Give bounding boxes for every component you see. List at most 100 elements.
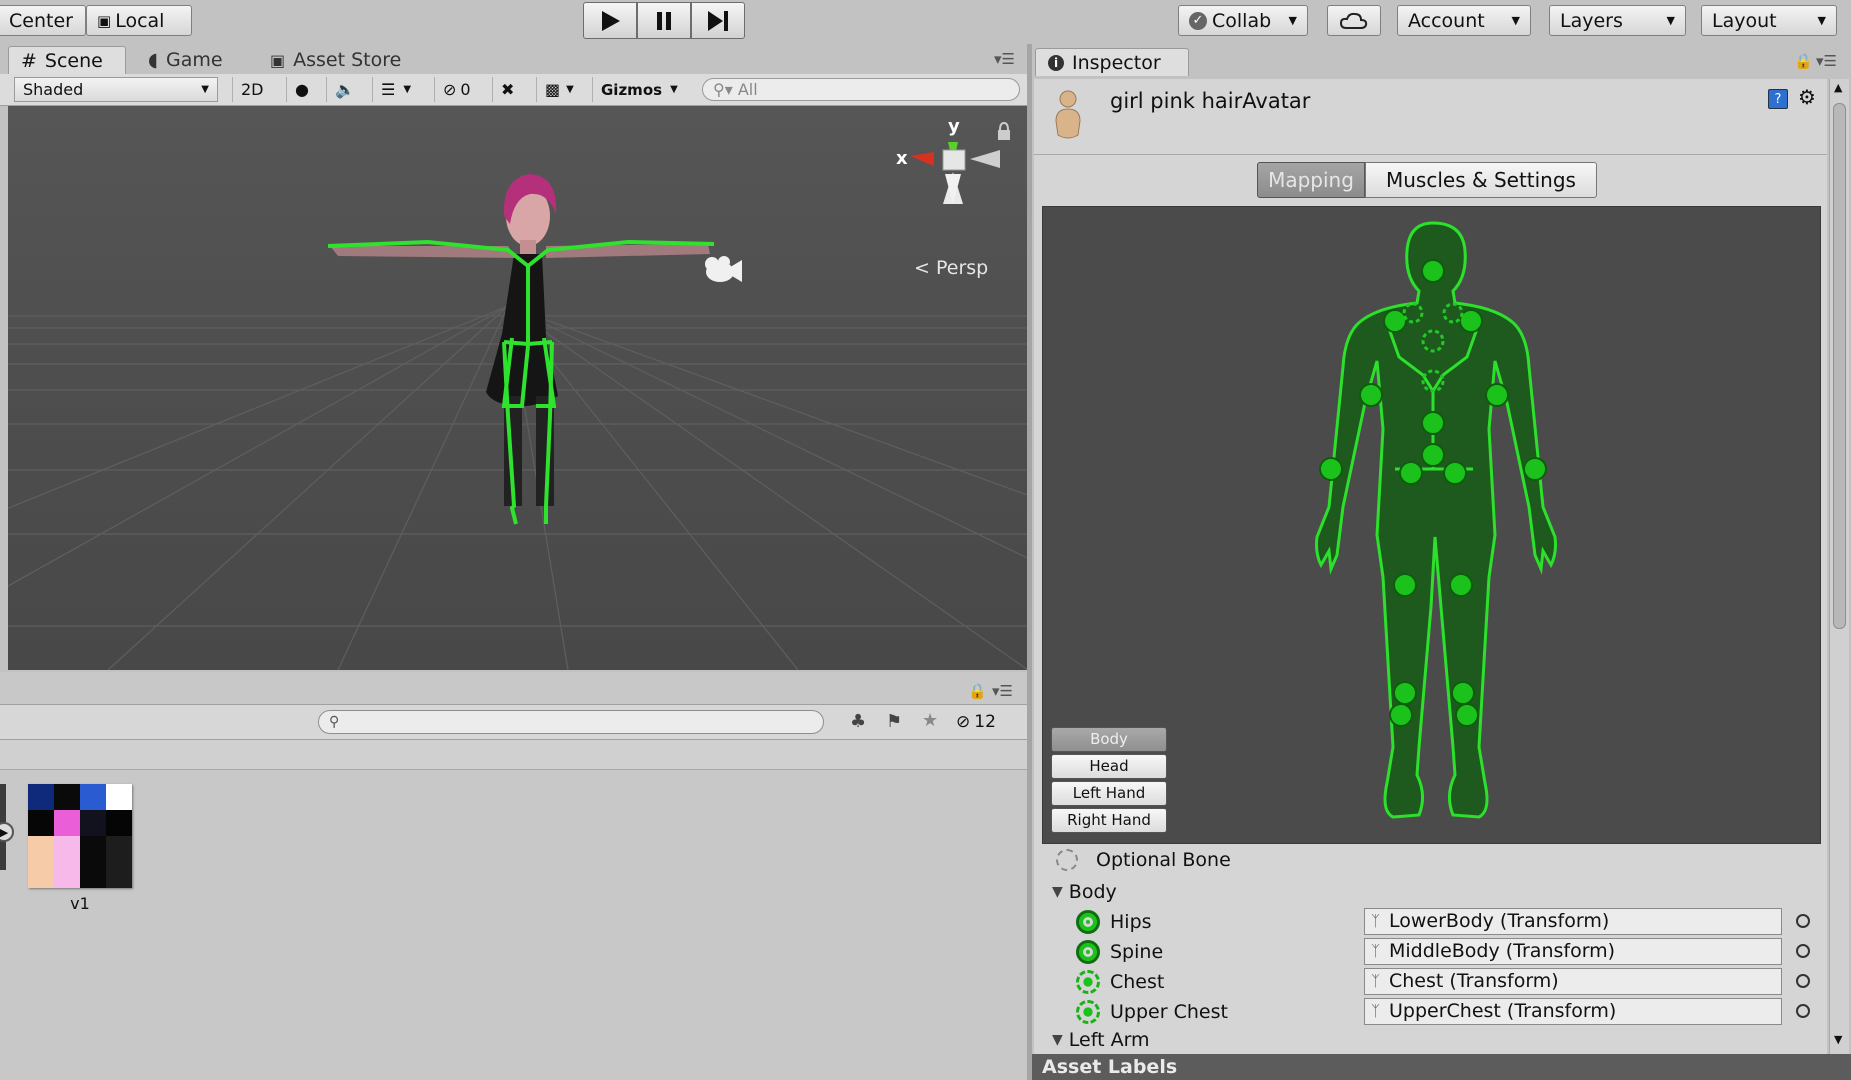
hash-icon: # [21, 49, 37, 72]
dropdown-arrow-icon: ▼ [1666, 14, 1675, 27]
tab-asset-store[interactable]: ▣ Asset Store [258, 46, 418, 74]
body-part-head-button[interactable]: Head [1051, 754, 1167, 779]
bone-name: Upper Chest [1110, 1001, 1228, 1023]
filter-type-icon[interactable]: ♣ [850, 711, 866, 732]
help-book-icon[interactable]: ? [1768, 89, 1788, 109]
collab-dropdown[interactable]: ✓ Collab ▼ [1178, 5, 1308, 36]
scene-canvas[interactable]: y x < Persp [8, 106, 1027, 670]
object-picker-icon[interactable] [1796, 1004, 1810, 1018]
scroll-up-icon[interactable]: ▲ [1834, 81, 1842, 94]
bone-field-chest[interactable]: ᛉ Chest (Transform) [1364, 968, 1782, 995]
dropdown-arrow-icon: ▼ [1511, 14, 1520, 27]
eye-slash-icon: ⊘ [956, 712, 971, 732]
main-toolbar: Center ▣ Local ✓ Collab ▼ Account ▼ Laye… [0, 0, 1851, 44]
hidden-objects-toggle[interactable]: ⊘ 0 [434, 77, 479, 102]
tab-mapping[interactable]: Mapping [1257, 162, 1365, 198]
scrollbar-thumb[interactable] [1833, 103, 1846, 629]
project-search-input[interactable]: ⚲ [318, 710, 824, 734]
tab-inspector-label: Inspector [1072, 51, 1161, 74]
object-picker-icon[interactable] [1796, 944, 1810, 958]
bone-name: Spine [1110, 941, 1164, 963]
scene-viewport[interactable]: y x < Persp [8, 106, 1027, 670]
body-group-foldout[interactable]: ▼ Body [1052, 878, 1117, 906]
panel-menu-icon[interactable]: ▾☰ [992, 682, 1013, 700]
projection-label[interactable]: < Persp [914, 257, 988, 279]
transform-icon: ᛉ [1371, 942, 1381, 960]
asset-name-label[interactable]: v1 [28, 894, 132, 913]
play-button[interactable] [583, 2, 637, 39]
dropdown-arrow-icon: ▼ [1288, 14, 1297, 27]
layout-dropdown[interactable]: Layout ▼ [1701, 5, 1837, 36]
gizmos-dropdown[interactable]: Gizmos ▼ [592, 77, 686, 102]
panel-menu-icon[interactable]: ▾☰ [1816, 52, 1837, 70]
transform-icon: ᛉ [1371, 972, 1381, 990]
scene-tabbar: # Scene ◖ Game ▣ Asset Store ▾☰ [0, 42, 1027, 74]
texture-asset-thumbnail[interactable] [28, 784, 132, 888]
pivot-local-button[interactable]: ▣ Local [86, 5, 192, 36]
tab-inspector[interactable]: i Inspector [1035, 48, 1189, 76]
step-button[interactable] [691, 2, 745, 39]
lock-icon[interactable]: 🔒 [1794, 52, 1813, 70]
pacman-icon: ◖ [148, 49, 159, 71]
bone-row-chest: Chest [1076, 968, 1164, 996]
layers-dropdown[interactable]: Layers ▼ [1549, 5, 1686, 36]
lock-icon[interactable]: 🔒 [968, 682, 987, 700]
hidden-count: 0 [460, 80, 471, 99]
info-icon: i [1048, 54, 1064, 71]
left-arm-group-foldout[interactable]: ▼ Left Arm [1052, 1028, 1150, 1052]
body-part-body-button[interactable]: Body [1051, 727, 1167, 752]
scene-tools-toggle[interactable]: ✖ [492, 77, 522, 102]
project-panel: 🔒 ▾☰ ⚲ ♣ ⚑ ★ ⊘ 12 ▶ v1 [0, 672, 1028, 1080]
bone-field-upper-chest[interactable]: ᛉ UpperChest (Transform) [1364, 998, 1782, 1025]
asset-labels-title: Asset Labels [1042, 1056, 1178, 1078]
character-model[interactable] [327, 174, 715, 525]
dropdown-arrow-icon: ▼ [670, 84, 678, 95]
audio-toggle[interactable]: 🔈 [326, 77, 363, 102]
orientation-gizmo[interactable]: y x < Persp [896, 116, 1000, 279]
persp-arrow-icon: < [914, 257, 936, 279]
favorite-star-icon[interactable]: ★ [922, 710, 938, 731]
mode-2d-toggle[interactable]: 2D [232, 77, 272, 102]
tab-game[interactable]: ◖ Game [136, 46, 246, 74]
gizmo-y-label: y [948, 116, 960, 137]
asset-labels-bar[interactable]: Asset Labels [1032, 1054, 1851, 1080]
pivot-center-button[interactable]: Center [0, 5, 86, 36]
pause-icon [657, 11, 671, 30]
visible-count-toggle[interactable]: ⊘ 12 [956, 710, 996, 734]
scene-search-input[interactable]: ⚲▾ All [702, 78, 1020, 101]
tab-scene[interactable]: # Scene [8, 46, 126, 74]
bone-value: UpperChest (Transform) [1389, 1000, 1617, 1022]
effects-icon: ☰ [381, 80, 396, 99]
tab-scene-label: Scene [44, 49, 103, 72]
lighting-toggle[interactable]: ● [286, 77, 317, 102]
pause-button[interactable] [637, 2, 691, 39]
inspector-scrollbar[interactable]: ▲ ▼ [1829, 79, 1849, 1054]
shading-mode-dropdown[interactable]: Shaded ▼ [14, 77, 218, 102]
required-bone-icon [1076, 940, 1100, 964]
scroll-down-icon[interactable]: ▼ [1834, 1033, 1842, 1046]
dropdown-arrow-icon: ▼ [201, 84, 209, 95]
effects-dropdown[interactable]: ☰ ▼ [372, 77, 419, 102]
account-dropdown[interactable]: Account ▼ [1397, 5, 1531, 36]
dashed-circle-icon [1056, 849, 1078, 871]
body-part-left-hand-button[interactable]: Left Hand [1051, 781, 1167, 806]
bone-field-hips[interactable]: ᛉ LowerBody (Transform) [1364, 908, 1782, 935]
expand-arrow-icon[interactable]: ▶ [0, 822, 14, 842]
filter-label-icon[interactable]: ⚑ [886, 711, 902, 732]
cube-icon: ▣ [97, 11, 112, 30]
object-picker-icon[interactable] [1796, 974, 1810, 988]
bone-row-hips: Hips [1076, 908, 1152, 936]
panel-menu-icon[interactable]: ▾☰ [994, 50, 1015, 68]
play-icon [602, 10, 620, 31]
object-picker-icon[interactable] [1796, 914, 1810, 928]
body-part-right-hand-button[interactable]: Right Hand [1051, 808, 1167, 833]
bone-name: Hips [1110, 911, 1152, 933]
cloud-button[interactable] [1327, 5, 1381, 36]
gizmo-lock-icon[interactable] [998, 121, 1010, 140]
tab-muscles-settings[interactable]: Muscles & Settings [1365, 162, 1597, 198]
gear-icon[interactable]: ⚙ [1798, 85, 1816, 109]
bone-field-spine[interactable]: ᛉ MiddleBody (Transform) [1364, 938, 1782, 965]
object-name: girl pink hairAvatar [1110, 89, 1311, 113]
camera-dropdown[interactable]: ▩ ▼ [536, 77, 582, 102]
scene-camera-icon[interactable] [705, 256, 742, 282]
